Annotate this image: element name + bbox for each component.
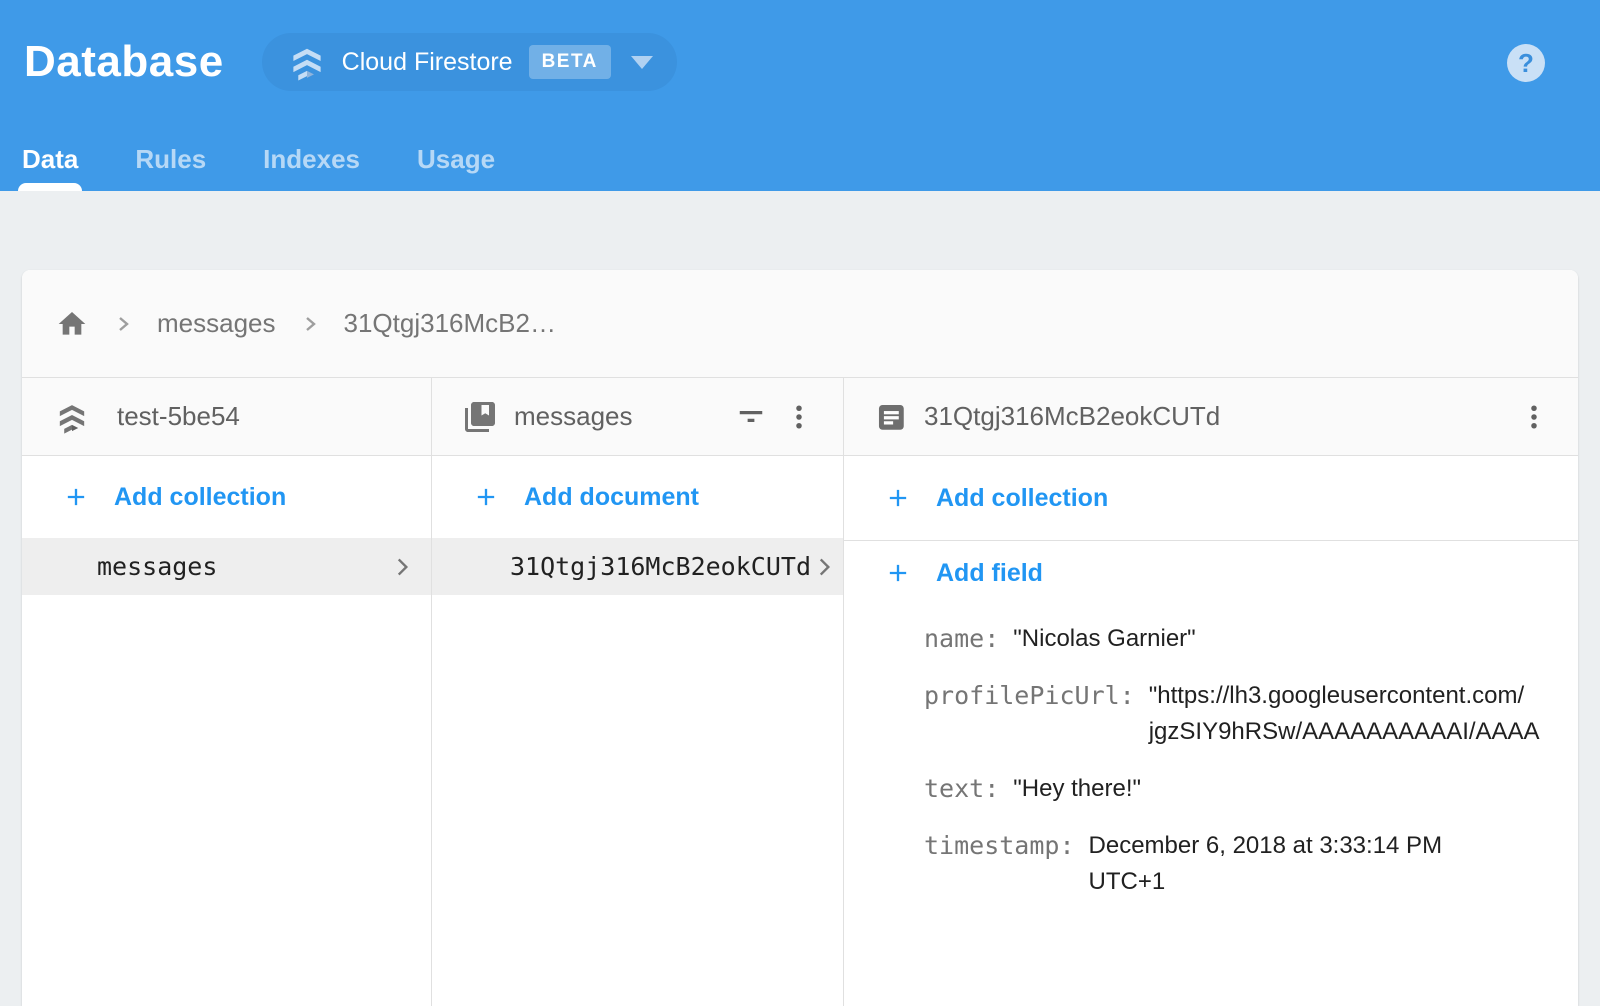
field-row-profilePicUrl[interactable]: profilePicUrl: "https://lh3.googleuserco… (924, 678, 1578, 750)
panel-database-root: test-5be54 Add collection messages (22, 378, 432, 1006)
breadcrumb: messages 31Qtgj316McB2… (22, 270, 1578, 378)
field-row-timestamp[interactable]: timestamp: December 6, 2018 at 3:33:14 P… (924, 828, 1578, 900)
tab-bar: Data Rules Indexes Usage (22, 127, 552, 191)
add-document-button[interactable]: Add document (432, 456, 843, 538)
kebab-menu-icon[interactable] (779, 397, 819, 437)
breadcrumb-item-messages[interactable]: messages (157, 308, 276, 339)
field-key: text: (924, 771, 999, 807)
tab-indexes[interactable]: Indexes (263, 127, 360, 191)
add-collection-button[interactable]: Add collection (22, 456, 431, 538)
kebab-menu-icon[interactable] (1514, 397, 1554, 437)
field-value: December 6, 2018 at 3:33:14 PM UTC+1 (1089, 828, 1443, 900)
beta-badge: BETA (529, 45, 611, 79)
field-key: name: (924, 621, 999, 657)
breadcrumb-item-document: 31Qtgj316McB2… (344, 308, 556, 339)
field-row-name[interactable]: name: "Nicolas Garnier" (924, 621, 1578, 657)
field-row-text[interactable]: text: "Hey there!" (924, 771, 1578, 807)
field-value: "Hey there!" (1013, 771, 1141, 807)
panel-collection: messages (432, 378, 844, 1006)
main-area: messages 31Qtgj316McB2… (0, 191, 1600, 1006)
tab-rules[interactable]: Rules (135, 127, 206, 191)
database-id-label: test-5be54 (117, 401, 240, 432)
field-key: profilePicUrl: (924, 678, 1135, 714)
collection-list-item-messages[interactable]: messages (22, 538, 431, 595)
breadcrumb-chevron-icon (300, 314, 320, 334)
field-key: timestamp: (924, 828, 1075, 864)
database-panel-header: test-5be54 (22, 378, 431, 456)
add-collection-button[interactable]: Add collection (844, 456, 1578, 541)
add-field-button[interactable]: Add field (844, 541, 1578, 605)
chevron-down-icon (631, 56, 653, 69)
panel-document: 31Qtgj316McB2eokCUTd Add collection (844, 378, 1578, 1006)
tab-data[interactable]: Data (22, 127, 78, 191)
plus-icon (884, 484, 912, 512)
tab-usage[interactable]: Usage (417, 127, 495, 191)
firestore-icon (288, 43, 326, 81)
page-title: Database (24, 37, 224, 87)
field-value: "https://lh3.googleusercontent.com/ jgzS… (1149, 678, 1540, 750)
firestore-icon (55, 400, 89, 434)
chevron-right-icon (389, 554, 415, 580)
panels: test-5be54 Add collection messages (22, 378, 1578, 1006)
help-button[interactable]: ? (1507, 44, 1545, 82)
chevron-right-icon (811, 554, 837, 580)
product-switcher-label: Cloud Firestore (342, 48, 513, 77)
breadcrumb-chevron-icon (113, 314, 133, 334)
product-switcher[interactable]: Cloud Firestore BETA (262, 33, 677, 91)
document-fields: name: "Nicolas Garnier" profilePicUrl: "… (844, 605, 1578, 921)
document-id-label: 31Qtgj316McB2eokCUTd (924, 401, 1220, 432)
filter-icon[interactable] (731, 397, 771, 437)
plus-icon (472, 483, 500, 511)
question-mark-icon: ? (1518, 48, 1534, 79)
document-list-item[interactable]: 31Qtgj316McB2eokCUTd (432, 538, 843, 595)
plus-icon (62, 483, 90, 511)
plus-icon (884, 559, 912, 587)
document-panel-header: 31Qtgj316McB2eokCUTd (844, 378, 1578, 456)
field-value: "Nicolas Garnier" (1013, 621, 1195, 657)
collection-panel-header: messages (432, 378, 843, 456)
collections-bookmark-icon (462, 399, 498, 435)
collection-name-label: messages (514, 401, 633, 432)
home-icon[interactable] (55, 307, 89, 341)
app-header: Database Cloud Firestore BETA ? Data Rul… (0, 0, 1600, 191)
document-lines-icon (874, 400, 908, 434)
firestore-data-card: messages 31Qtgj316McB2… (22, 270, 1578, 1006)
